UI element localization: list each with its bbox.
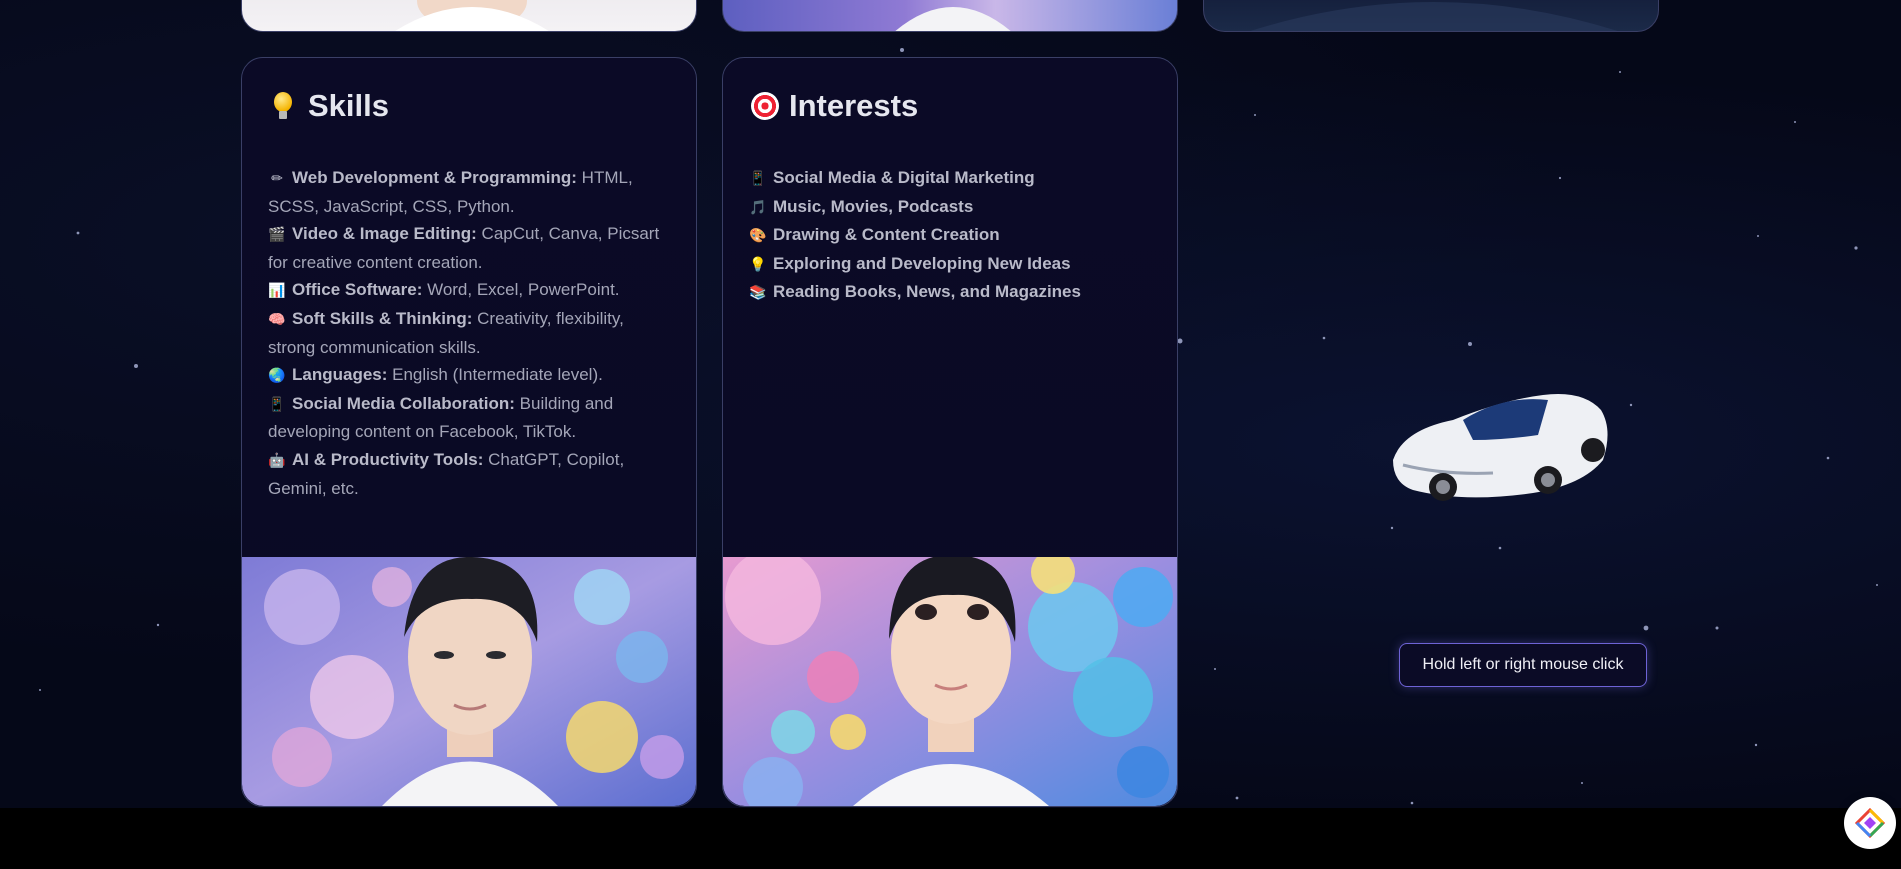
portrait-image: [723, 557, 1177, 806]
music-note-icon: 🎵: [749, 198, 767, 215]
bottom-bar: [0, 808, 1901, 869]
top-card-left: [241, 0, 697, 32]
list-item: 🎬 Video & Image Editing: CapCut, Canva, P…: [268, 220, 668, 276]
skill-label: Web Development & Programming:: [292, 168, 577, 187]
list-item: 💡 Exploring and Developing New Ideas: [749, 250, 1149, 279]
skills-heading: Skills: [268, 88, 389, 124]
interest-label: Social Media & Digital Marketing: [773, 168, 1035, 187]
top-card-middle: [722, 0, 1178, 32]
list-item: 🎵 Music, Movies, Podcasts: [749, 193, 1149, 222]
tooltip-text: Hold left or right mouse click: [1422, 656, 1624, 673]
globe-icon: 🌏: [268, 367, 286, 384]
pencil-icon: ✏: [271, 170, 283, 186]
skill-label: Languages:: [292, 365, 388, 385]
mobile-phone-icon: 📱: [749, 170, 767, 186]
sports-car-image: [1393, 394, 1608, 501]
skill-label: Soft Skills & Thinking:: [292, 308, 473, 328]
robot-icon: 🤖: [268, 451, 286, 468]
list-item: 📱 Social Media Collaboration: Building an…: [268, 390, 668, 446]
earth-image-fragment: [1250, 2, 1618, 31]
list-item: 🎨 Drawing & Content Creation: [749, 221, 1149, 250]
skills-title: Skills: [308, 88, 389, 123]
interests-card: Interests 📱 Social Media & Digital Market…: [722, 57, 1178, 807]
target-icon: [749, 90, 779, 122]
diamond-logo-icon: [1855, 808, 1885, 838]
interests-heading: Interests: [749, 88, 918, 124]
skills-card: Skills ✏ Web Development & Programming: H…: [241, 57, 697, 807]
skill-label: Social Media Collaboration:: [292, 393, 515, 413]
portrait-image: [242, 557, 696, 806]
bar-chart-icon: 📊: [268, 282, 286, 299]
hint-tooltip: Hold left or right mouse click: [1399, 643, 1647, 687]
interests-list: 📱 Social Media & Digital Marketing 🎵 Music…: [749, 164, 1149, 307]
skill-text: English (Intermediate level).: [387, 365, 603, 385]
floating-action-button[interactable]: [1844, 797, 1896, 849]
list-item: 🌏 Languages: English (Intermediate level)…: [268, 361, 668, 390]
list-item: 📊 Office Software: Word, Excel, PowerPoin…: [268, 276, 668, 305]
interest-label: Music, Movies, Podcasts: [773, 196, 974, 216]
skill-label: Video & Image Editing:: [292, 224, 477, 244]
brain-icon: 🧠: [268, 310, 286, 327]
lightbulb-icon: 💡: [749, 255, 767, 272]
interest-label: Exploring and Developing New Ideas: [773, 253, 1071, 273]
palette-icon: 🎨: [749, 227, 767, 244]
list-item: 📱 Social Media & Digital Marketing: [749, 164, 1149, 193]
top-card-right: [1203, 0, 1659, 32]
interest-label: Reading Books, News, and Magazines: [773, 282, 1081, 302]
list-item: 🤖 AI & Productivity Tools: ChatGPT, Copil…: [268, 446, 668, 502]
skill-text: Word, Excel, PowerPoint.: [422, 280, 620, 300]
list-item: 📚 Reading Books, News, and Magazines: [749, 278, 1149, 307]
lightbulb-icon: [268, 90, 296, 122]
skills-list: ✏ Web Development & Programming: HTML, SC…: [268, 164, 668, 502]
skill-label: AI & Productivity Tools:: [292, 449, 484, 469]
mobile-phone-icon: 📱: [268, 395, 286, 412]
list-item: 🧠 Soft Skills & Thinking: Creativity, fle…: [268, 305, 668, 361]
portrait-image-fragment: [895, 7, 1011, 31]
clapper-icon: 🎬: [268, 226, 286, 243]
skill-label: Office Software:: [292, 280, 423, 300]
books-icon: 📚: [749, 284, 767, 301]
interest-label: Drawing & Content Creation: [773, 225, 1000, 245]
portrait-image-fragment: [395, 0, 549, 31]
list-item: ✏ Web Development & Programming: HTML, SC…: [268, 164, 668, 220]
interests-title: Interests: [789, 88, 919, 123]
